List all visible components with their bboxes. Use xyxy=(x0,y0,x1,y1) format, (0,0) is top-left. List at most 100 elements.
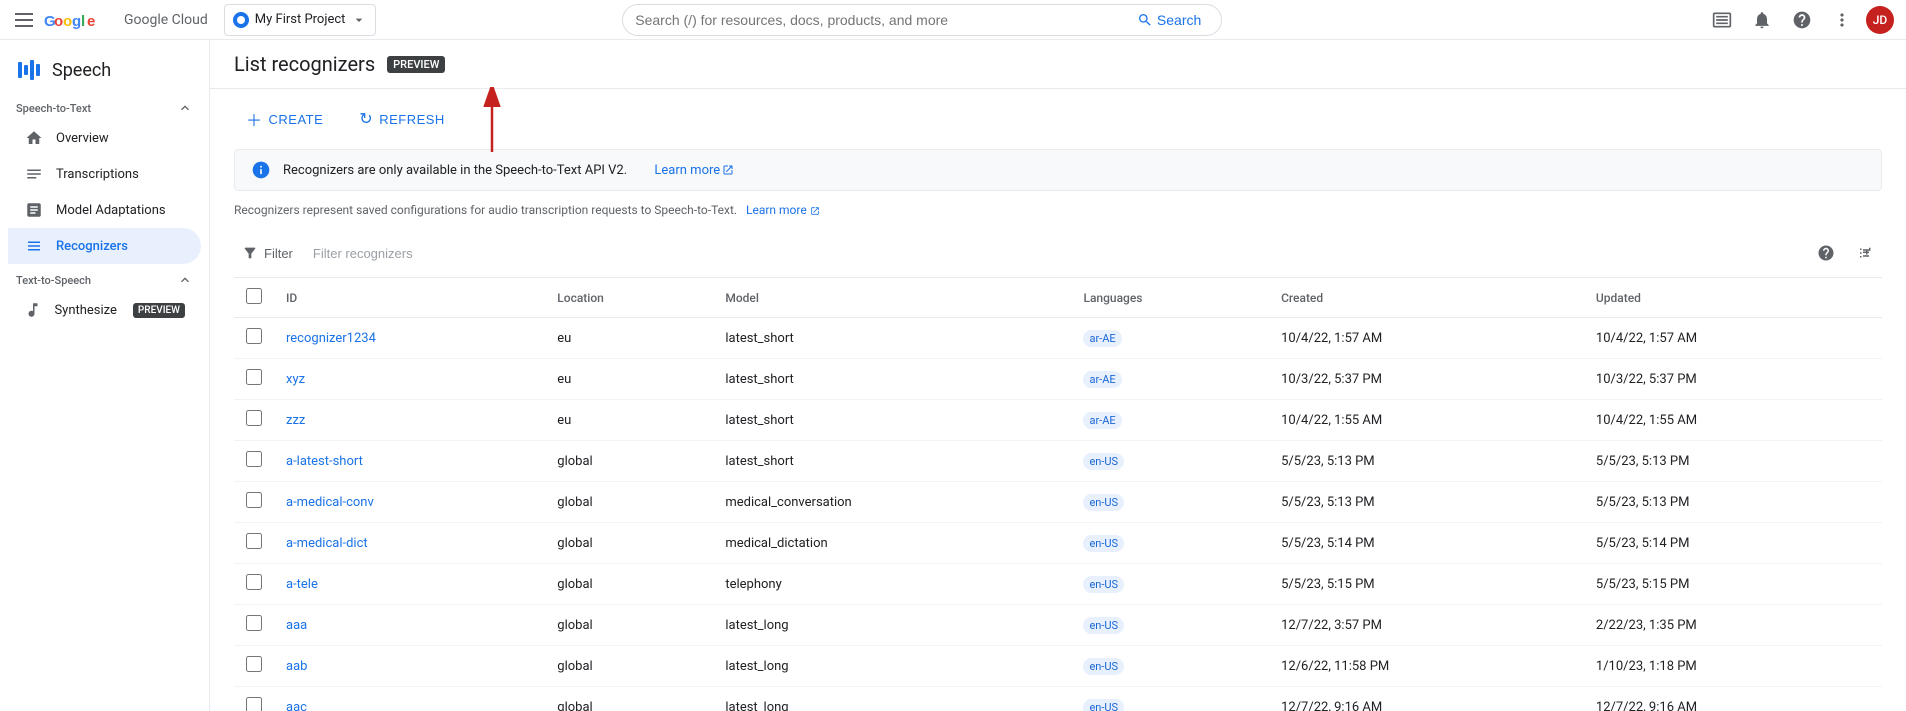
row-checkbox-cell xyxy=(234,359,274,400)
synthesize-label: Synthesize xyxy=(54,303,116,318)
transcriptions-label: Transcriptions xyxy=(56,167,139,182)
table-header-row: ID Location Model Languages Created Upda… xyxy=(234,278,1882,318)
row-updated: 12/7/22, 9:16 AM xyxy=(1584,687,1882,711)
row-model: latest_short xyxy=(713,359,1071,400)
row-checkbox-cell xyxy=(234,318,274,359)
sidebar-item-synthesize[interactable]: Synthesize PREVIEW xyxy=(8,292,201,328)
row-updated: 5/5/23, 5:13 PM xyxy=(1584,482,1882,523)
sidebar-item-transcriptions[interactable]: Transcriptions xyxy=(8,156,201,192)
sub-info-learn-more-link[interactable]: Learn more xyxy=(743,203,820,217)
row-languages: ar-AE xyxy=(1071,318,1269,359)
row-location: eu xyxy=(545,318,713,359)
section-text-to-speech[interactable]: Text-to-Speech xyxy=(0,264,209,292)
sidebar-item-recognizers[interactable]: Recognizers xyxy=(8,228,201,264)
model-adaptations-icon xyxy=(24,200,44,220)
lang-chip-5: en-US xyxy=(1083,535,1124,552)
lang-chip-3: en-US xyxy=(1083,453,1124,470)
search-button[interactable]: Search xyxy=(1129,8,1209,32)
row-id-link-6[interactable]: a-tele xyxy=(286,577,318,592)
section-speech-to-text[interactable]: Speech-to-Text xyxy=(0,92,209,120)
filter-button[interactable]: Filter xyxy=(234,241,301,265)
model-adaptations-label: Model Adaptations xyxy=(56,203,166,218)
row-id-link-5[interactable]: a-medical-dict xyxy=(286,536,368,551)
search-input[interactable] xyxy=(635,12,1121,28)
text-to-speech-items: Synthesize PREVIEW xyxy=(0,292,209,328)
row-id-link-2[interactable]: zzz xyxy=(286,413,305,428)
row-languages: en-US xyxy=(1071,441,1269,482)
recognizers-table: ID Location Model Languages Created Upda… xyxy=(234,278,1882,711)
row-model: latest_long xyxy=(713,646,1071,687)
create-button[interactable]: ＋ CREATE xyxy=(234,101,335,137)
notifications-icon[interactable] xyxy=(1746,4,1778,36)
create-label: CREATE xyxy=(269,112,324,127)
help-table-icon[interactable] xyxy=(1810,237,1842,269)
row-id-link-7[interactable]: aaa xyxy=(286,618,307,633)
header-model: Model xyxy=(713,278,1071,318)
row-checkbox-3[interactable] xyxy=(246,451,262,467)
column-settings-icon[interactable] xyxy=(1850,237,1882,269)
row-checkbox-2[interactable] xyxy=(246,410,262,426)
row-id-link-1[interactable]: xyz xyxy=(286,372,305,387)
row-id-link-3[interactable]: a-latest-short xyxy=(286,454,363,469)
speech-icon xyxy=(16,58,40,82)
info-learn-more-link[interactable]: Learn more xyxy=(654,163,734,178)
display-icon[interactable] xyxy=(1706,4,1738,36)
row-checkbox-7[interactable] xyxy=(246,615,262,631)
table-row: aaa global latest_long en-US 12/7/22, 3:… xyxy=(234,605,1882,646)
select-all-checkbox[interactable] xyxy=(246,288,262,304)
header-id: ID xyxy=(274,278,545,318)
row-checkbox-cell xyxy=(234,482,274,523)
row-created: 10/4/22, 1:55 AM xyxy=(1269,400,1584,441)
refresh-button[interactable]: ↻ REFRESH xyxy=(347,103,457,135)
row-checkbox-4[interactable] xyxy=(246,492,262,508)
product-header: Speech xyxy=(0,48,209,92)
filter-input[interactable] xyxy=(313,246,1798,261)
cloud-label: Google Cloud xyxy=(124,12,208,28)
refresh-label: REFRESH xyxy=(379,112,445,127)
row-checkbox-9[interactable] xyxy=(246,697,262,711)
sidebar: Speech Speech-to-Text Overview Transcrip… xyxy=(0,40,210,711)
row-created: 10/4/22, 1:57 AM xyxy=(1269,318,1584,359)
header-checkbox-cell xyxy=(234,278,274,318)
row-id: a-medical-conv xyxy=(274,482,545,523)
row-updated: 5/5/23, 5:15 PM xyxy=(1584,564,1882,605)
row-checkbox-5[interactable] xyxy=(246,533,262,549)
row-checkbox-cell xyxy=(234,523,274,564)
hamburger-button[interactable] xyxy=(12,8,36,32)
sidebar-item-overview[interactable]: Overview xyxy=(8,120,201,156)
row-created: 5/5/23, 5:14 PM xyxy=(1269,523,1584,564)
row-model: latest_short xyxy=(713,400,1071,441)
row-id-link-8[interactable]: aab xyxy=(286,659,307,674)
project-selector[interactable]: My First Project xyxy=(224,4,377,36)
row-checkbox-1[interactable] xyxy=(246,369,262,385)
row-updated: 1/10/23, 1:18 PM xyxy=(1584,646,1882,687)
avatar[interactable]: JD xyxy=(1866,6,1894,34)
row-id: aaa xyxy=(274,605,545,646)
row-id-link-0[interactable]: recognizer1234 xyxy=(286,331,376,346)
tts-section-label: Text-to-Speech xyxy=(16,274,91,287)
row-created: 12/6/22, 11:58 PM xyxy=(1269,646,1584,687)
row-updated: 10/4/22, 1:57 AM xyxy=(1584,318,1882,359)
info-learn-more-text: Learn more xyxy=(654,163,720,178)
row-checkbox-cell xyxy=(234,564,274,605)
filter-icon xyxy=(242,245,258,261)
help-icon[interactable] xyxy=(1786,4,1818,36)
table-toolbar: Filter xyxy=(234,229,1882,278)
more-options-icon[interactable] xyxy=(1826,4,1858,36)
table-body: recognizer1234 eu latest_short ar-AE 10/… xyxy=(234,318,1882,711)
row-created: 12/7/22, 9:16 AM xyxy=(1269,687,1584,711)
table-row: a-latest-short global latest_short en-US… xyxy=(234,441,1882,482)
row-location: global xyxy=(545,605,713,646)
row-id-link-4[interactable]: a-medical-conv xyxy=(286,495,374,510)
row-created: 5/5/23, 5:15 PM xyxy=(1269,564,1584,605)
sidebar-item-model-adaptations[interactable]: Model Adaptations xyxy=(8,192,201,228)
row-checkbox-0[interactable] xyxy=(246,328,262,344)
svg-text:o: o xyxy=(63,13,72,30)
page-header: List recognizers PREVIEW xyxy=(210,40,1906,89)
table-row: recognizer1234 eu latest_short ar-AE 10/… xyxy=(234,318,1882,359)
row-checkbox-8[interactable] xyxy=(246,656,262,672)
row-checkbox-6[interactable] xyxy=(246,574,262,590)
row-id-link-9[interactable]: aac xyxy=(286,700,307,711)
sub-info-link-text: Learn more xyxy=(746,203,807,217)
action-bar-container: ＋ CREATE ↻ REFRESH xyxy=(210,89,1906,149)
